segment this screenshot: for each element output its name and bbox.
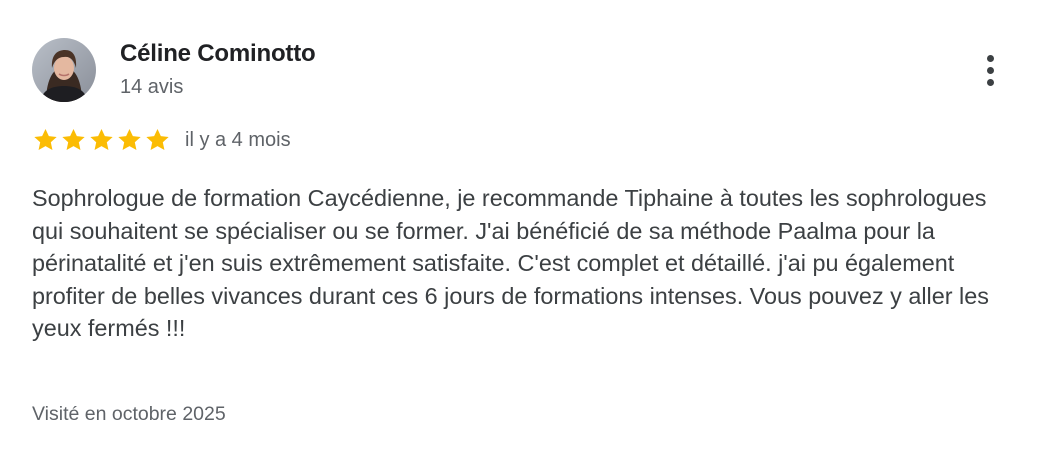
review-card: Céline Cominotto 14 avis il y a 4 mois S… <box>0 0 1045 451</box>
visit-date: Visité en octobre 2025 <box>32 403 226 425</box>
avatar-photo-icon <box>32 38 96 102</box>
more-vert-icon <box>986 78 994 86</box>
star-icon <box>146 128 169 150</box>
author-name[interactable]: Céline Cominotto <box>120 40 316 68</box>
more-vert-icon <box>986 66 994 74</box>
star-icon <box>90 128 113 150</box>
more-options-button[interactable] <box>972 50 1008 90</box>
star-icon <box>118 128 141 150</box>
review-text: Sophrologue de formation Caycédienne, je… <box>32 185 989 341</box>
more-vert-icon <box>986 54 994 62</box>
star-icon <box>34 128 57 150</box>
star-icon <box>62 128 85 150</box>
author-review-count[interactable]: 14 avis <box>120 76 183 99</box>
author-avatar[interactable] <box>32 38 96 102</box>
star-rating <box>32 127 171 153</box>
review-date: il y a 4 mois <box>185 129 291 151</box>
